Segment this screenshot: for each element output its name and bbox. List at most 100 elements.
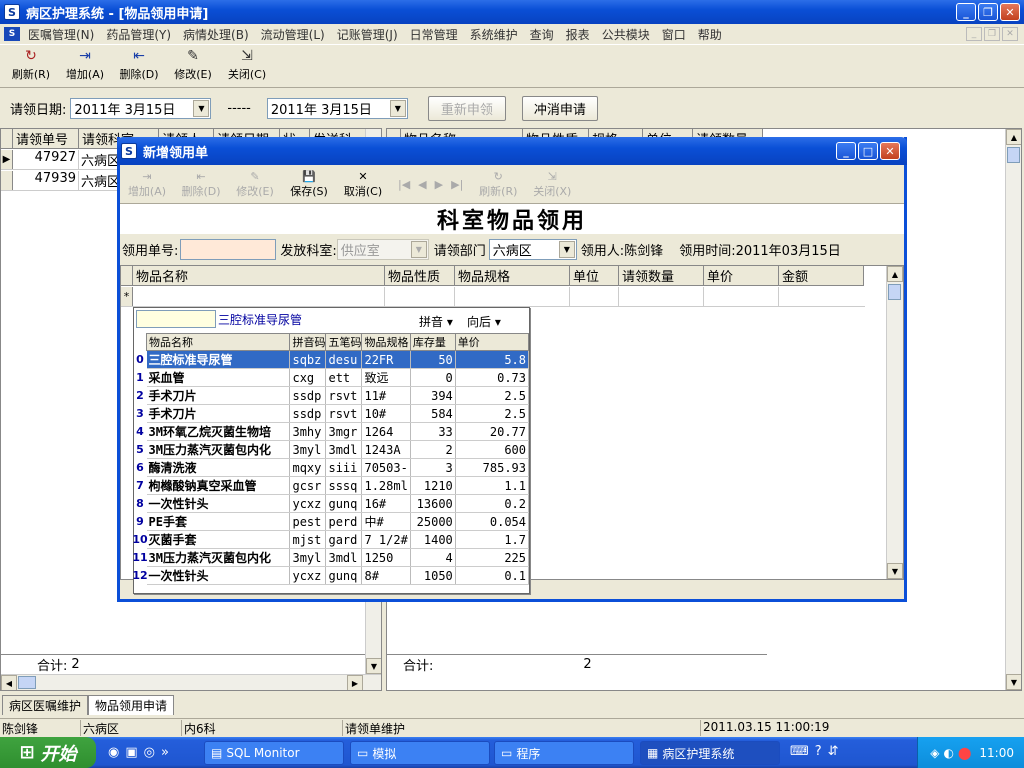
lookup-row[interactable]: 采血管 cxg ett 致远 0 0.73 <box>146 368 530 387</box>
dialog-edit-button[interactable]: ✎ 修改(E) <box>228 168 282 202</box>
volume-icon[interactable]: ◐ <box>943 746 953 760</box>
next-record-icon[interactable]: ▶ <box>435 178 443 191</box>
dialog-minimize-button[interactable]: _ <box>836 142 856 160</box>
item-price-cell[interactable] <box>704 287 779 306</box>
menu-item[interactable]: 病情处理(B) <box>177 26 255 43</box>
taskbar-item-sql-monitor[interactable]: ▤ SQL Monitor <box>204 741 344 765</box>
chevron-down-icon[interactable]: ▼ <box>389 99 406 117</box>
minimize-button[interactable]: _ <box>956 3 976 21</box>
taskbar-item-folder[interactable]: ▭ 模拟 <box>350 741 490 765</box>
chevron-down-icon[interactable]: ▼ <box>193 99 210 117</box>
column-header[interactable]: 拼音码 <box>289 333 327 351</box>
mdi-restore-button[interactable]: ❐ <box>984 27 1000 41</box>
mdi-close-button[interactable]: ✕ <box>1002 27 1018 41</box>
player-icon[interactable]: ◎ <box>144 745 155 760</box>
menu-item[interactable]: 窗口 <box>656 26 692 43</box>
dialog-refresh-button[interactable]: ↻ 刷新(R) <box>471 168 525 202</box>
date-from-picker[interactable]: 2011年 3月15日 ▼ <box>70 97 212 119</box>
dialog-close-button[interactable]: ✕ <box>880 142 900 160</box>
lookup-row[interactable]: 酶清洗液 mqxy siii 70503- 3 785.93 <box>146 458 530 477</box>
item-spec-cell[interactable] <box>455 287 570 306</box>
scroll-down-icon[interactable]: ▼ <box>1006 674 1021 690</box>
tab-item-requisition[interactable]: 物品领用申请 <box>88 695 175 715</box>
chevron-down-icon[interactable]: ▼ <box>558 240 575 258</box>
lookup-row[interactable]: 一次性针头 ycxz gunq 16# 13600 0.2 <box>146 494 530 513</box>
add-button[interactable]: ⇥ 增加(A) <box>58 45 112 85</box>
ie-icon[interactable]: ◉ <box>108 745 119 760</box>
menu-item[interactable]: 系统维护 <box>464 26 524 43</box>
first-record-icon[interactable]: |◀ <box>398 178 410 191</box>
menu-item[interactable]: 记账管理(J) <box>331 26 404 43</box>
req-dept-select[interactable]: 六病区 ▼ <box>488 238 577 260</box>
lookup-row[interactable]: 3M压力蒸汽灭菌包内化 3myl 3mdl 1250 4 225 <box>146 548 530 567</box>
dialog-delete-button[interactable]: ⇤ 删除(D) <box>174 168 228 202</box>
delete-button[interactable]: ⇤ 删除(D) <box>112 45 166 85</box>
item-unit-cell[interactable] <box>570 287 619 306</box>
scroll-up-icon[interactable]: ▲ <box>1006 129 1021 145</box>
lookup-search-input[interactable] <box>136 310 216 328</box>
column-header[interactable]: 金额 <box>779 266 864 286</box>
column-header[interactable]: 请领数量 <box>619 266 704 286</box>
last-record-icon[interactable]: ▶| <box>451 178 463 191</box>
lookup-row[interactable]: 灭菌手套 mjst gard 7 1/2# 1400 1.7 <box>146 530 530 549</box>
column-header[interactable]: 物品规格 <box>361 333 411 351</box>
taskbar-item-app[interactable]: ▦ 病区护理系统 <box>640 741 780 765</box>
scroll-right-icon[interactable]: ▶ <box>347 675 363 690</box>
column-header[interactable]: 物品名称 <box>145 333 291 351</box>
scroll-down-icon[interactable]: ▼ <box>366 658 381 674</box>
scroll-left-icon[interactable]: ◀ <box>1 675 17 690</box>
scroll-down-icon[interactable]: ▼ <box>887 563 903 579</box>
stop-icon[interactable]: ⬤ <box>958 746 971 760</box>
menu-item[interactable]: 帮助 <box>692 26 728 43</box>
column-header[interactable]: 请领单号 <box>13 129 79 149</box>
item-type-cell[interactable] <box>385 287 455 306</box>
column-header[interactable]: 五笔码 <box>325 333 363 351</box>
lookup-row[interactable]: 3M压力蒸汽灭菌包内化 3myl 3mdl 1243A 2 600 <box>146 440 530 459</box>
expand-icon[interactable]: » <box>161 745 169 760</box>
restore-button[interactable]: ❐ <box>978 3 998 21</box>
tab-order-maintenance[interactable]: 病区医嘱维护 <box>2 695 89 715</box>
item-qty-cell[interactable] <box>619 287 704 306</box>
close-button[interactable]: ✕ <box>1000 3 1020 21</box>
keyboard-icon[interactable]: ⌨ <box>790 744 809 759</box>
dept-select[interactable]: 供应室 ▼ <box>336 238 429 260</box>
mdi-minimize-button[interactable]: _ <box>966 27 982 41</box>
column-header[interactable]: 物品性质 <box>385 266 455 286</box>
lookup-row[interactable]: 一次性针头 ycxz gunq 8# 1050 0.1 <box>146 566 530 585</box>
lookup-row[interactable]: PE手套 pest perd 中# 25000 0.054 <box>146 512 530 531</box>
lookup-direction-select[interactable]: 向后 ▾ <box>467 313 501 330</box>
scroll-up-icon[interactable]: ▲ <box>887 266 903 282</box>
dialog-add-button[interactable]: ⇥ 增加(A) <box>120 168 174 202</box>
network-icon[interactable]: ◈ <box>930 746 939 760</box>
close-module-button[interactable]: ⇲ 关闭(C) <box>220 45 274 85</box>
language-icon[interactable]: ⇵ <box>828 744 839 759</box>
dialog-close-tool-button[interactable]: ⇲ 关闭(X) <box>525 168 579 202</box>
column-header[interactable]: 库存量 <box>409 333 456 351</box>
new-row[interactable]: * <box>121 287 865 307</box>
chevron-down-icon[interactable]: ▼ <box>410 240 427 258</box>
order-no-input[interactable] <box>180 238 277 260</box>
column-header[interactable]: 物品规格 <box>455 266 570 286</box>
lookup-mode-select[interactable]: 拼音 ▾ <box>419 313 453 330</box>
vertical-scrollbar[interactable]: ▲ ▼ <box>1005 129 1021 690</box>
menu-item[interactable]: 药品管理(Y) <box>100 26 177 43</box>
scroll-thumb[interactable] <box>18 676 36 689</box>
dialog-save-button[interactable]: 💾 保存(S) <box>282 168 336 202</box>
lookup-row[interactable]: 手术刀片 ssdp rsvt 10# 584 2.5 <box>146 404 530 423</box>
menu-item[interactable]: 流动管理(L) <box>255 26 331 43</box>
refresh-button[interactable]: ↻ 刷新(R) <box>4 45 58 85</box>
column-header[interactable]: 单位 <box>570 266 619 286</box>
help-icon[interactable]: ? <box>815 744 822 759</box>
item-name-cell[interactable] <box>133 287 385 306</box>
taskbar-item-folder[interactable]: ▭ 程序 <box>494 741 634 765</box>
menu-item[interactable]: 报表 <box>560 26 596 43</box>
lookup-row[interactable]: 枸橼酸钠真空采血管 gcsr sssq 1.28ml 1210 1.1 <box>146 476 530 495</box>
lookup-row[interactable]: 三腔标准导尿管 sqbz desu 22FR 50 5.8 <box>146 350 530 369</box>
menu-item[interactable]: 查询 <box>524 26 560 43</box>
cancel-apply-button[interactable]: 冲消申请 <box>521 95 598 121</box>
scroll-thumb[interactable] <box>888 284 901 300</box>
column-header[interactable]: 物品名称 <box>133 266 385 286</box>
vertical-scrollbar[interactable]: ▲ ▼ <box>886 266 903 579</box>
reapply-button[interactable]: 重新申领 <box>427 95 506 121</box>
edit-button[interactable]: ✎ 修改(E) <box>166 45 220 85</box>
